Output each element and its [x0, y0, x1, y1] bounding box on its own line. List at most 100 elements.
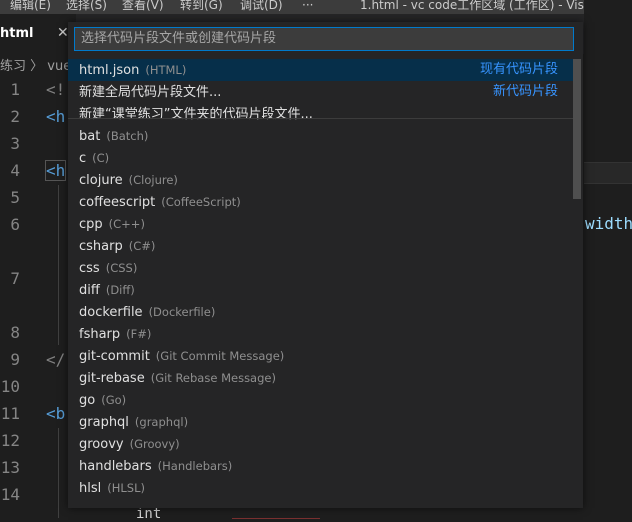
- snippet-item-language: (HLSL): [107, 481, 145, 495]
- code-fragment: <h: [44, 160, 67, 181]
- snippet-item-language: (HTML): [145, 63, 187, 77]
- menu-go[interactable]: 转到(G): [180, 0, 223, 12]
- snippet-item-text: dockerfile (Dockerfile): [79, 301, 215, 323]
- snippet-item-category: 现有代码片段: [479, 62, 558, 77]
- snippet-item[interactable]: diff (Diff): [68, 279, 573, 301]
- line-number: 2: [10, 107, 20, 126]
- indent-guide: [58, 428, 59, 518]
- snippet-item-name: groovy: [79, 437, 124, 452]
- snippet-item-text: cpp (C++): [79, 213, 145, 235]
- menu-bar: 编辑(E) 选择(S) 查看(V) 转到(G) 调试(D) ··· 1.html…: [0, 0, 632, 14]
- error-squiggle: [232, 508, 320, 519]
- snippet-item[interactable]: handlebars (Handlebars): [68, 455, 573, 477]
- snippet-item-name: bat: [79, 129, 101, 144]
- snippet-item-name: 新建“课堂练习”文件夹的代码片段文件...: [79, 107, 313, 122]
- snippet-item-language: (graphql): [134, 415, 189, 429]
- snippet-item-text: coffeescript (CoffeeScript): [79, 191, 241, 213]
- snippet-item-text: c (C): [79, 147, 109, 169]
- snippet-item-language: (CoffeeScript): [161, 195, 241, 209]
- snippet-search-input[interactable]: 选择代码片段文件或创建代码片段: [74, 27, 574, 51]
- line-number: 10: [0, 377, 20, 396]
- snippet-item[interactable]: bat (Batch): [68, 125, 573, 147]
- code-fragment: </: [46, 350, 66, 369]
- list-separator: [68, 118, 573, 119]
- snippet-item[interactable]: hlsl (HLSL): [68, 477, 573, 499]
- code-fragment: <!: [46, 80, 66, 99]
- snippet-item-language: (CSS): [105, 261, 138, 275]
- snippet-item-text: 新建全局代码片段文件...: [79, 81, 227, 103]
- snippet-item[interactable]: groovy (Groovy): [68, 433, 573, 455]
- snippet-item-name: css: [79, 261, 100, 276]
- snippet-item-language: (Clojure): [128, 173, 178, 187]
- snippet-item-text: html.json (HTML): [79, 59, 186, 81]
- menu-more[interactable]: ···: [302, 0, 313, 12]
- line-number: 3: [10, 134, 20, 153]
- snippet-item-text: clojure (Clojure): [79, 169, 178, 191]
- line-number: 8: [10, 323, 20, 342]
- snippet-item[interactable]: clojure (Clojure): [68, 169, 573, 191]
- snippet-list: html.json (HTML) 现有代码片段 新建全局代码片段文件... 新代码片段新…: [68, 59, 573, 499]
- snippet-item-name: clojure: [79, 173, 123, 188]
- line-number: 6: [10, 215, 20, 234]
- snippet-item-name: diff: [79, 283, 100, 298]
- snippet-item-text: css (CSS): [79, 257, 137, 279]
- snippet-quick-pick: 选择代码片段文件或创建代码片段 html.json (HTML) 现有代码片段新建全…: [68, 22, 583, 508]
- current-line-highlight: [584, 162, 632, 184]
- snippet-item[interactable]: html.json (HTML) 现有代码片段: [68, 59, 573, 81]
- snippet-item-language: (Git Rebase Message): [150, 371, 276, 385]
- code-fragment: width,: [585, 214, 632, 233]
- menu-edit[interactable]: 编辑(E): [10, 0, 51, 12]
- snippet-item-language: (C++): [108, 217, 145, 231]
- snippet-item[interactable]: fsharp (F#): [68, 323, 573, 345]
- snippet-item-text: csharp (C#): [79, 235, 155, 257]
- menu-selection[interactable]: 选择(S): [66, 0, 107, 12]
- close-icon[interactable]: ✕: [57, 25, 69, 41]
- snippet-item-text: fsharp (F#): [79, 323, 151, 345]
- code-fragment: <h: [46, 107, 66, 126]
- snippet-item-name: coffeescript: [79, 195, 156, 210]
- snippet-item[interactable]: dockerfile (Dockerfile): [68, 301, 573, 323]
- tab-1-html[interactable]: html ✕: [0, 14, 76, 54]
- snippet-item-name: dockerfile: [79, 305, 143, 320]
- line-number: 5: [10, 188, 20, 207]
- snippet-item[interactable]: coffeescript (CoffeeScript): [68, 191, 573, 213]
- snippet-item-language: (C#): [128, 239, 156, 253]
- code-fragment: int: [136, 506, 162, 522]
- snippet-item-language: (Dockerfile): [148, 305, 216, 319]
- snippet-item[interactable]: c (C): [68, 147, 573, 169]
- tab-label: html: [0, 26, 34, 41]
- snippet-item-language: (Diff): [105, 283, 135, 297]
- snippet-item-text: handlebars (Handlebars): [79, 455, 232, 477]
- snippet-item-name: c: [79, 151, 87, 166]
- snippet-item[interactable]: csharp (C#): [68, 235, 573, 257]
- snippet-item[interactable]: git-rebase (Git Rebase Message): [68, 367, 573, 389]
- line-number: 7: [10, 269, 20, 288]
- snippet-item[interactable]: css (CSS): [68, 257, 573, 279]
- snippet-item-text: git-rebase (Git Rebase Message): [79, 367, 276, 389]
- code-fragment: <b: [46, 404, 66, 423]
- snippet-item[interactable]: git-commit (Git Commit Message): [68, 345, 573, 367]
- line-number: 4: [10, 161, 20, 180]
- snippet-item-language: (Git Commit Message): [155, 349, 285, 363]
- snippet-item[interactable]: cpp (C++): [68, 213, 573, 235]
- snippet-item[interactable]: graphql (graphql): [68, 411, 573, 433]
- line-number: 13: [0, 458, 20, 477]
- snippet-item[interactable]: 新建“课堂练习”文件夹的代码片段文件...: [68, 103, 573, 125]
- scrollbar-thumb[interactable]: [573, 59, 581, 199]
- snippet-item-language: (Groovy): [129, 437, 180, 451]
- menu-debug[interactable]: 调试(D): [240, 0, 283, 12]
- snippet-item-text: diff (Diff): [79, 279, 135, 301]
- snippet-item-language: (Handlebars): [157, 459, 233, 473]
- snippet-item-name: html.json: [79, 63, 140, 78]
- line-number: 1: [10, 80, 20, 99]
- snippet-item[interactable]: 新建全局代码片段文件... 新代码片段: [68, 81, 573, 103]
- indent-guide: [58, 185, 59, 345]
- snippet-item-name: git-commit: [79, 349, 150, 364]
- snippet-item-name: git-rebase: [79, 371, 145, 386]
- snippet-item-text: 新建“课堂练习”文件夹的代码片段文件...: [79, 103, 319, 125]
- snippet-item[interactable]: go (Go): [68, 389, 573, 411]
- menu-view[interactable]: 查看(V): [122, 0, 164, 12]
- editor-right-area: [584, 0, 632, 518]
- snippet-item-name: csharp: [79, 239, 123, 254]
- snippet-item-text: bat (Batch): [79, 125, 148, 147]
